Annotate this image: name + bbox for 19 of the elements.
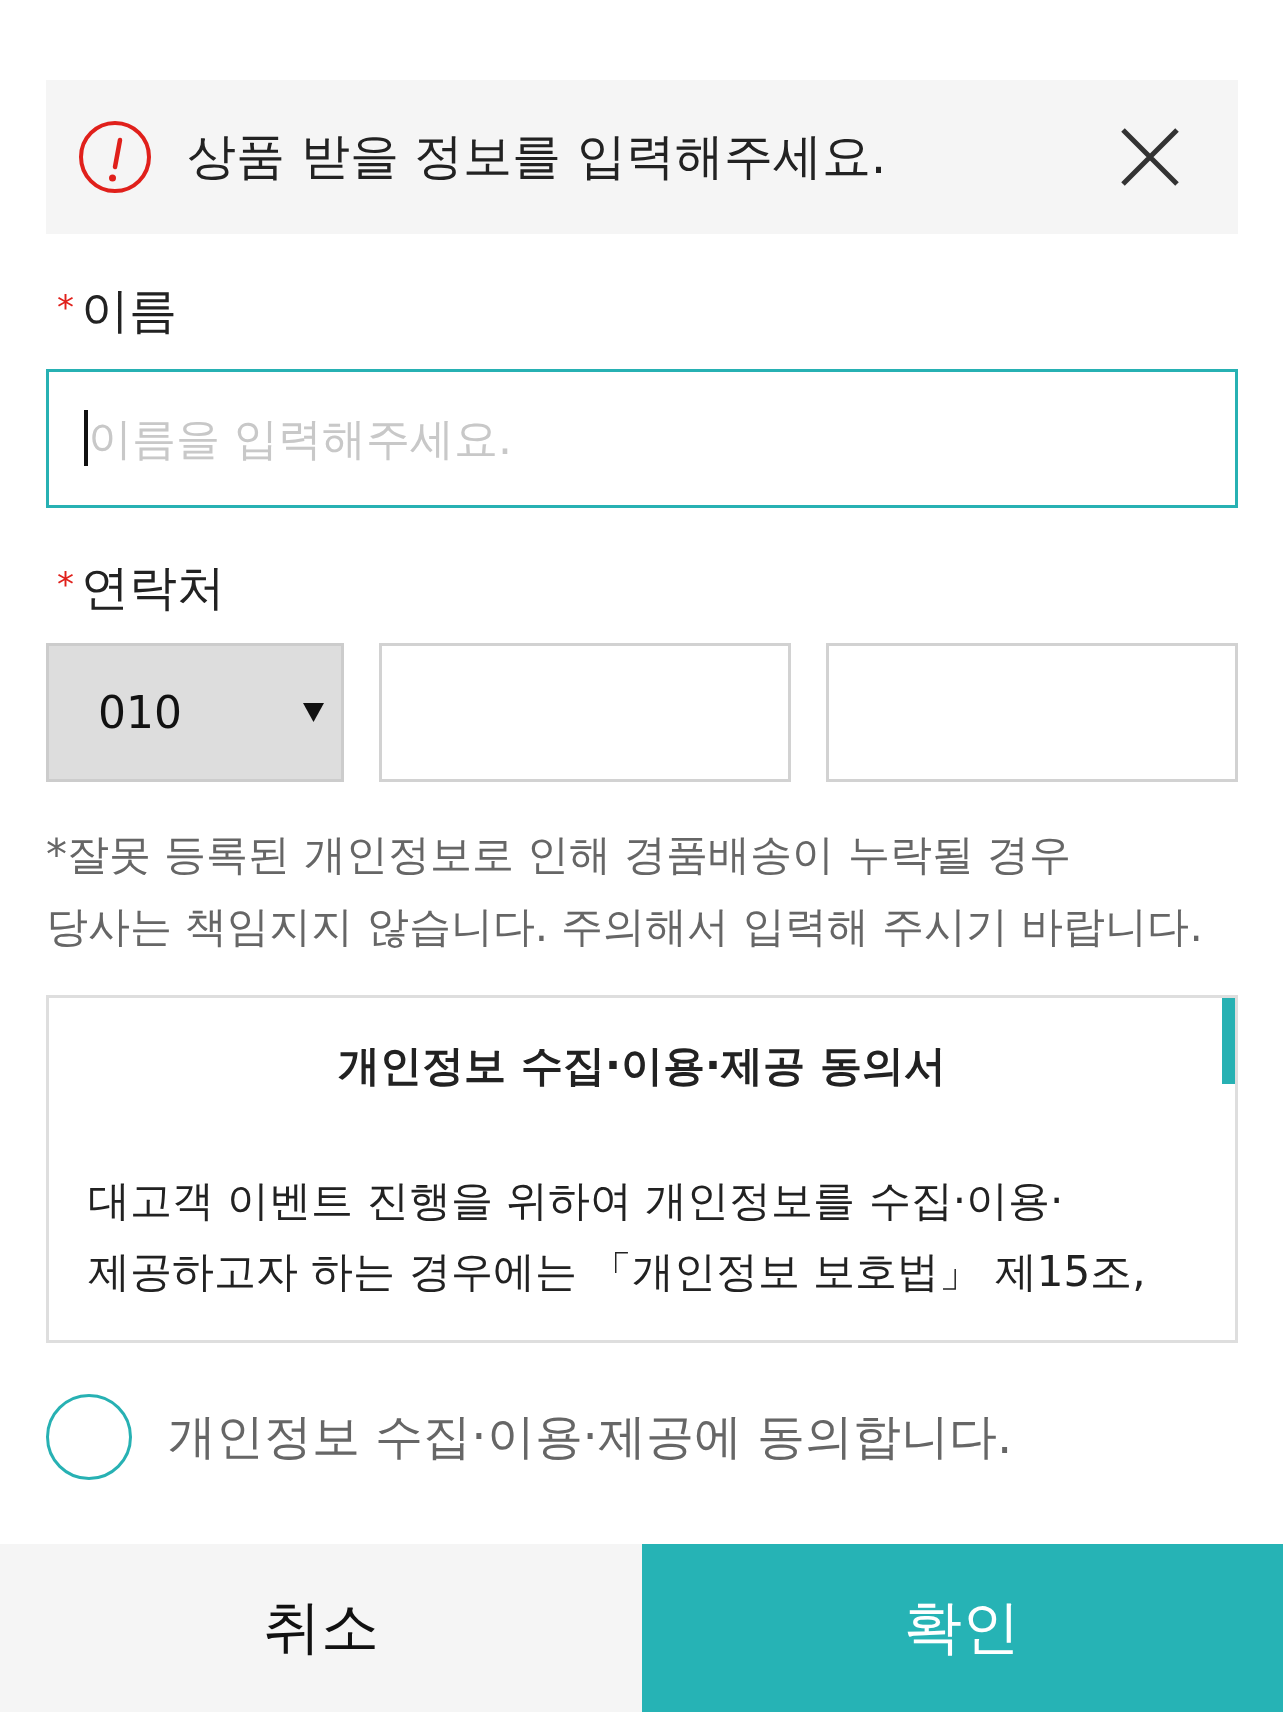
field-label: 연락처 (81, 558, 225, 617)
cancel-button[interactable]: 취소 (0, 1544, 642, 1712)
phone-prefix-select[interactable]: 010 (46, 643, 344, 782)
scrollbar-thumb[interactable] (1222, 998, 1235, 1084)
phone-input[interactable] (379, 643, 791, 782)
close-button[interactable] (1120, 127, 1180, 187)
close-icon (1120, 127, 1180, 187)
consent-title: 개인정보 수집·이용·제공 동의서 (337, 1040, 947, 1092)
caret-icon (303, 703, 324, 722)
agree-label: 개인정보 수집·이용·제공에 동의합니다. (168, 1407, 1013, 1466)
notice-text: *잘못 등록된 개인정보로 인해 경품배송이 누락될 경우 당사는 책임지지 않습니다. 주의해서 입력해 주시기 바랍니다. (46, 829, 1204, 953)
alert-message: 상품 받을 정보를 입력해주세요. (187, 127, 888, 187)
required-mark: * (57, 567, 74, 601)
consent-text: 대고객 이벤트 진행을 위하여 개인정보를 수집·이용· 제공하고자 하는 경우에는 「개인정보 보호법」 제15조, (88, 1175, 1147, 1298)
text-cursor (84, 410, 88, 466)
field-label: 이름 (81, 281, 177, 340)
exclamation-circle-icon (78, 120, 152, 194)
phone-input[interactable] (826, 643, 1238, 782)
required-mark: * (57, 290, 74, 324)
